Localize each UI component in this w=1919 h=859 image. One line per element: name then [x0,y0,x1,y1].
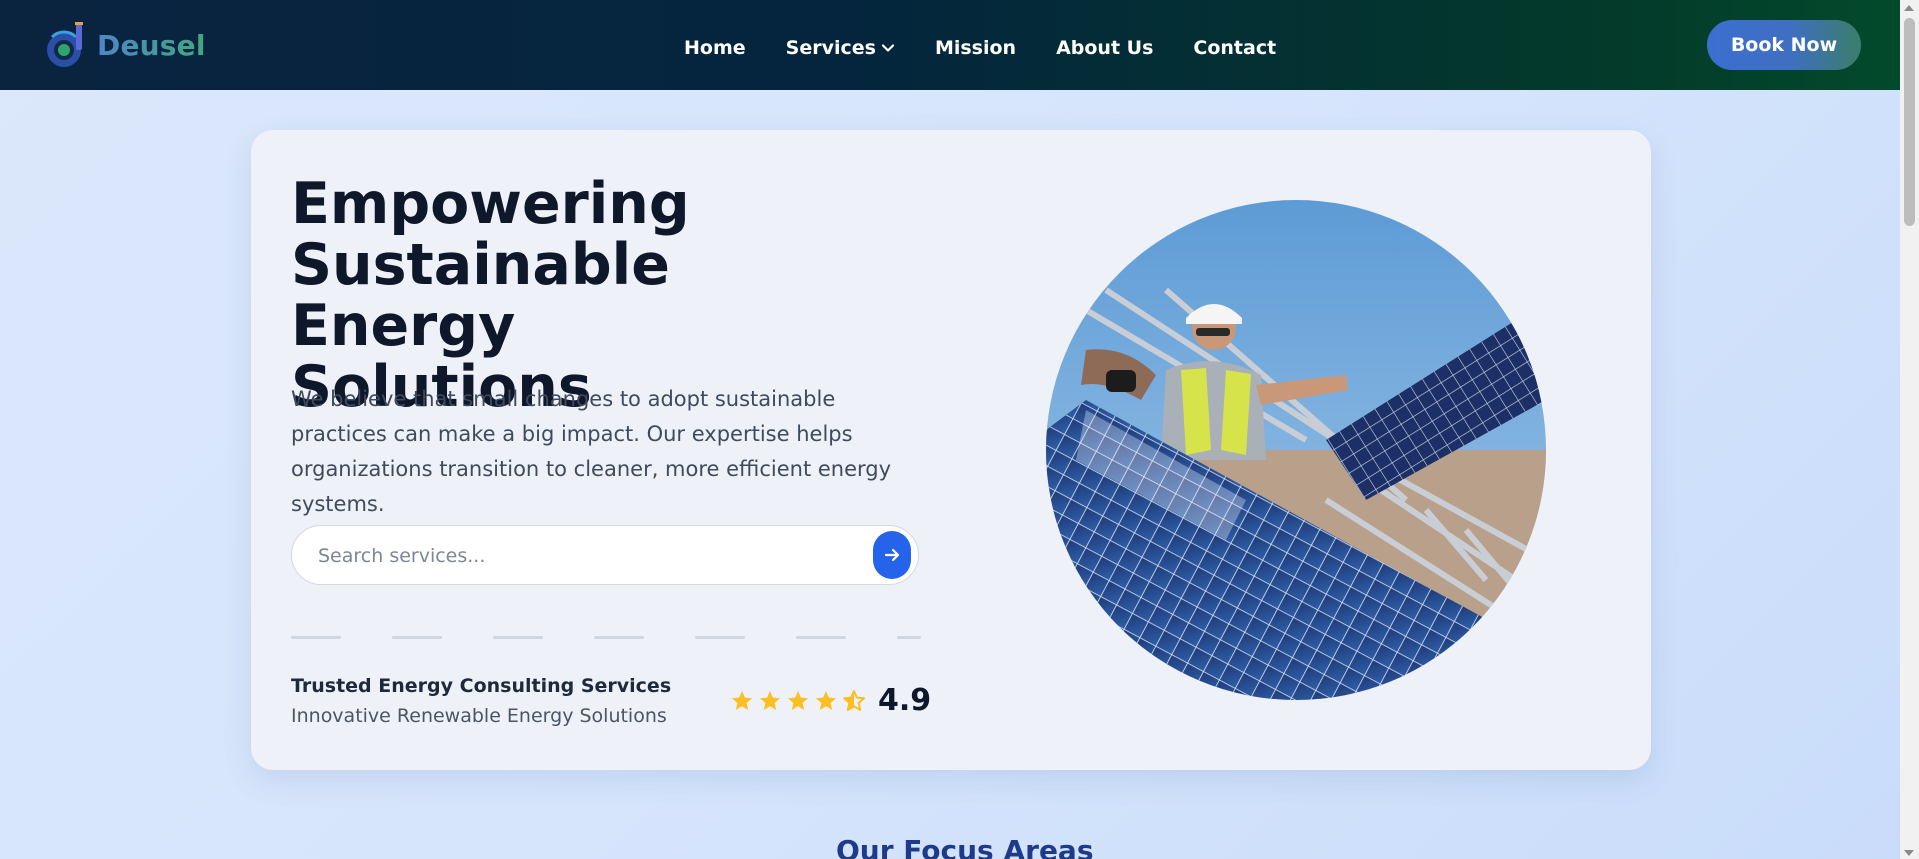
main-nav: Home Services Mission About Us Contact [684,37,1316,59]
partner-logo-placeholder [392,636,442,639]
partner-logo-placeholder [897,636,921,639]
hero-image [1046,200,1546,700]
scrollbar-thumb[interactable] [1904,18,1915,226]
hero-title-line-2: Sustainable Energy [291,232,670,359]
scroll-up-arrow-icon[interactable] [1904,5,1914,11]
brand-logo[interactable]: Deusel [44,20,206,70]
search-submit-button[interactable] [873,531,911,579]
search-bar [291,525,919,585]
hero-title-line-1: Empowering [291,171,690,237]
hero-card: Empowering Sustainable Energy Solutions … [251,130,1651,770]
star-icon [816,690,836,710]
trust-subtitle: Innovative Renewable Energy Solutions [291,705,667,727]
solar-worker-photo [1046,200,1546,700]
deusel-logo-icon [47,22,83,67]
star-icon [732,690,752,710]
nav-about-us[interactable]: About Us [1056,37,1153,59]
scrollbar[interactable] [1900,0,1919,859]
nav-mission[interactable]: Mission [935,37,1016,59]
star-icon [788,690,808,710]
partner-logo-placeholder [695,636,745,639]
navbar: Deusel Home Services Mission About Us Co… [0,0,1900,90]
trust-title: Trusted Energy Consulting Services [291,675,672,697]
nav-services-label: Services [785,37,876,59]
rating: 4.9 [730,683,931,718]
page: Deusel Home Services Mission About Us Co… [0,0,1900,859]
nav-services[interactable]: Services [786,37,895,59]
star-icon [760,690,780,710]
arrow-right-icon [884,548,900,562]
hero-description: We believe that small changes to adopt s… [291,387,892,516]
chevron-down-icon [881,44,895,52]
focus-areas-heading: Our Focus Areas [836,834,1094,859]
scroll-down-arrow-icon[interactable] [1904,850,1914,856]
partner-logos-placeholder [291,636,921,640]
rating-value: 4.9 [878,683,932,718]
partner-logo-placeholder [796,636,846,639]
brand-name: Deusel [97,28,206,62]
search-input[interactable] [316,540,840,572]
book-now-button[interactable]: Book Now [1707,20,1861,70]
nav-home[interactable]: Home [684,37,746,59]
partner-logo-placeholder [493,636,543,639]
partner-logo-placeholder [594,636,644,639]
nav-contact[interactable]: Contact [1193,37,1276,59]
partner-logo-placeholder [291,636,341,639]
star-half-icon [843,689,865,711]
